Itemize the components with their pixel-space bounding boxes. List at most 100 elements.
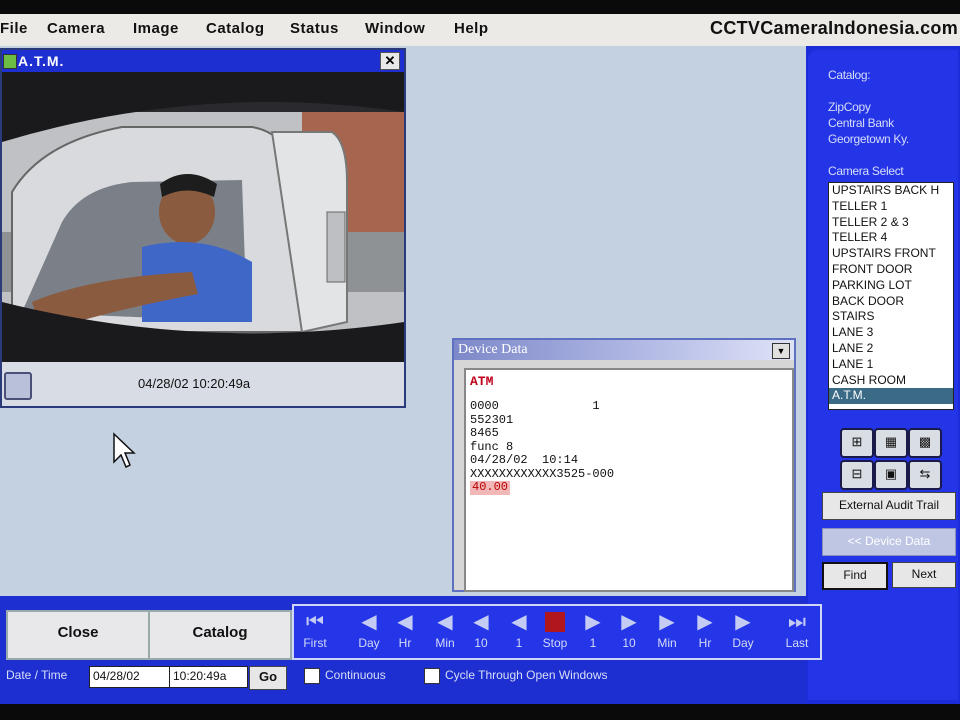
transport-fwd-min[interactable]: ▶ Min: [650, 608, 684, 652]
mouse-cursor-icon: [113, 432, 136, 469]
camera-list-item[interactable]: TELLER 1: [829, 199, 953, 215]
menu-catalog[interactable]: Catalog: [206, 20, 265, 37]
camera-window-footer: 04/28/02 10:20:49a: [2, 362, 404, 406]
camera-feed: [2, 72, 404, 362]
app-icon: [3, 54, 17, 69]
right-panel-inner: Catalog: ZipCopy Central Bank Georgetown…: [808, 50, 958, 700]
camera-list-item[interactable]: STAIRS: [829, 309, 953, 325]
cycle-windows-checkbox[interactable]: [424, 668, 440, 684]
transport-label: Hr: [398, 636, 412, 650]
device-data-window[interactable]: Device Data ▼ ATM 0000 1 552301 8465 fun…: [452, 338, 796, 592]
camera-select-label: Camera Select: [828, 164, 904, 178]
camera-list-item[interactable]: LANE 2: [829, 341, 953, 357]
transport-back-1[interactable]: ◀ 1: [502, 608, 536, 652]
camera-list-item-selected[interactable]: A.T.M.: [829, 388, 953, 405]
device-data-heading: ATM: [470, 374, 494, 389]
device-line: 552301: [470, 412, 514, 427]
camera-window[interactable]: A.T.M. ✕ 04/28/02 10:20:49a: [0, 48, 406, 408]
transport-label: Min: [657, 636, 677, 650]
site-watermark: CCTVCameraIndonesia.com: [710, 18, 958, 38]
next-button[interactable]: Next: [892, 562, 956, 588]
layout-grid-9-icon[interactable]: ▦: [874, 428, 908, 458]
chevron-down-icon[interactable]: ▼: [772, 343, 790, 359]
camera-list-item[interactable]: UPSTAIRS FRONT: [829, 246, 953, 262]
rewind-icon: ◀: [511, 611, 527, 633]
menu-image[interactable]: Image: [133, 20, 179, 37]
menu-help[interactable]: Help: [454, 20, 489, 37]
go-button[interactable]: Go: [249, 666, 287, 690]
device-data-lines: 0000 1 552301 8465 func 8 04/28/02 10:14…: [470, 399, 615, 495]
cycle-all-icon[interactable]: ⇆: [908, 460, 942, 490]
transport-back-10[interactable]: ◀ 10: [464, 608, 498, 652]
device-line: 04/28/02 10:14: [470, 453, 579, 467]
play-icon: ▶: [697, 611, 713, 633]
catalog-button[interactable]: Catalog: [148, 610, 292, 660]
rewind-icon: ◀: [473, 611, 489, 633]
record-stop-button[interactable]: [4, 372, 32, 400]
camera-timestamp: 04/28/02 10:20:49a: [138, 376, 251, 391]
camera-list-item[interactable]: UPSTAIRS BACK H: [829, 183, 953, 199]
rewind-icon: ◀: [361, 611, 377, 633]
catalog-label: Catalog:: [828, 68, 871, 82]
date-field[interactable]: 04/28/02: [89, 666, 170, 688]
rewind-icon: ◀: [397, 611, 413, 633]
close-button[interactable]: Close: [6, 610, 150, 660]
transport-label: Hr: [698, 636, 712, 650]
close-icon[interactable]: ✕: [380, 52, 400, 70]
camera-window-title: A.T.M.: [18, 53, 65, 69]
transport-label: Min: [435, 636, 455, 650]
rewind-icon: ◀: [437, 611, 453, 633]
stop-icon: [538, 608, 572, 636]
catalog-line: ZipCopy: [828, 100, 871, 114]
camera-list-item[interactable]: TELLER 2 & 3: [829, 215, 953, 231]
playback-transport: ⏮ First ◀ Day ◀ Hr ◀ Min ◀ 10 ◀ 1 Stop ▶ 1 ▶ 10 …: [292, 604, 822, 660]
transport-label: Day: [732, 636, 754, 650]
time-field[interactable]: 10:20:49a: [169, 666, 248, 688]
menu-window[interactable]: Window: [365, 20, 425, 37]
camera-list-item[interactable]: PARKING LOT: [829, 278, 953, 294]
continuous-checkbox[interactable]: [304, 668, 320, 684]
continuous-label: Continuous: [325, 668, 386, 682]
transport-back-hr[interactable]: ◀ Hr: [388, 608, 422, 652]
device-data-button[interactable]: << Device Data: [822, 528, 956, 556]
transport-stop[interactable]: Stop: [538, 608, 572, 652]
transport-fwd-10[interactable]: ▶ 10: [612, 608, 646, 652]
camera-feed-image: [2, 72, 404, 362]
transport-label: 10: [622, 636, 636, 650]
layout-mixed-icon[interactable]: ⊟: [840, 460, 874, 490]
camera-list-item[interactable]: LANE 1: [829, 357, 953, 373]
transport-last[interactable]: ⏭ Last: [780, 608, 814, 652]
camera-list-item[interactable]: BACK DOOR: [829, 294, 953, 310]
transport-first[interactable]: ⏮ First: [298, 608, 332, 652]
transport-fwd-day[interactable]: ▶ Day: [726, 608, 760, 652]
camera-list-item[interactable]: CASH ROOM: [829, 373, 953, 389]
external-audit-trail-button[interactable]: External Audit Trail: [822, 492, 956, 520]
transport-back-min[interactable]: ◀ Min: [428, 608, 462, 652]
bottom-control-bar: Close Catalog ⏮ First ◀ Day ◀ Hr ◀ Min ◀ 10 ◀…: [0, 596, 822, 704]
date-time-label: Date / Time: [6, 668, 68, 682]
camera-window-titlebar[interactable]: A.T.M. ✕: [2, 50, 404, 72]
play-icon: ▶: [735, 611, 751, 633]
menu-file[interactable]: File: [0, 20, 28, 37]
menu-camera[interactable]: Camera: [47, 20, 105, 37]
last-icon: ⏭: [788, 611, 806, 633]
device-data-titlebar[interactable]: Device Data ▼: [454, 340, 794, 360]
cycle-windows-label: Cycle Through Open Windows: [445, 668, 608, 682]
find-button[interactable]: Find: [822, 562, 888, 590]
layout-grid-all-icon[interactable]: ▣: [874, 460, 908, 490]
play-icon: ▶: [659, 611, 675, 633]
layout-grid-4-icon[interactable]: ⊞: [840, 428, 874, 458]
transport-label: 10: [474, 636, 488, 650]
transport-label: Last: [785, 636, 809, 650]
camera-list-item[interactable]: LANE 3: [829, 325, 953, 341]
device-line: XXXXXXXXXXXX3525-000: [470, 466, 615, 481]
transport-fwd-1[interactable]: ▶ 1: [576, 608, 610, 652]
transport-fwd-hr[interactable]: ▶ Hr: [688, 608, 722, 652]
layout-grid-16-icon[interactable]: ▩: [908, 428, 942, 458]
camera-list-item[interactable]: TELLER 4: [829, 230, 953, 246]
menu-status[interactable]: Status: [290, 20, 339, 37]
transport-back-day[interactable]: ◀ Day: [352, 608, 386, 652]
camera-list-item[interactable]: FRONT DOOR: [829, 262, 953, 278]
camera-select-list[interactable]: UPSTAIRS BACK H TELLER 1 TELLER 2 & 3 TE…: [828, 182, 954, 410]
device-line: func 8: [470, 439, 514, 454]
